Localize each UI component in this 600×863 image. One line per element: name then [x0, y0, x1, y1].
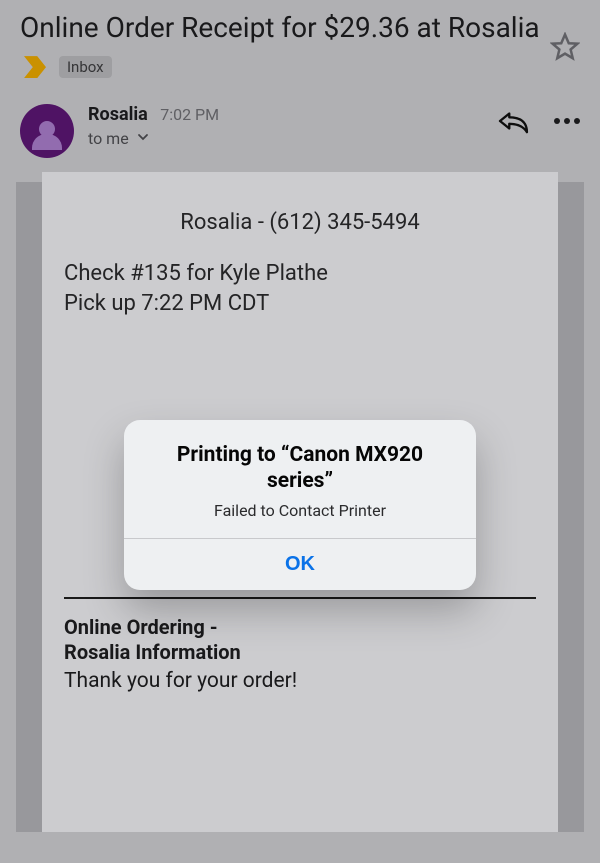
to-text: to me: [88, 129, 129, 148]
important-marker-icon[interactable]: [24, 56, 46, 78]
check-line: Check #135 for Kyle Plathe: [64, 259, 536, 289]
chevron-down-icon: [137, 128, 149, 147]
more-actions-icon[interactable]: [554, 118, 580, 124]
reply-icon[interactable]: [496, 108, 530, 134]
alert-ok-button[interactable]: OK: [124, 539, 476, 590]
alert-title: Printing to “Canon MX920 series”: [148, 442, 452, 495]
order-info-thanks: Thank you for your order!: [64, 669, 536, 693]
section-divider: [64, 597, 536, 599]
print-error-alert: Printing to “Canon MX920 series” Failed …: [124, 420, 476, 590]
order-info-title: Online Ordering - Rosalia Information: [64, 615, 244, 665]
recipient-summary[interactable]: to me: [88, 129, 496, 148]
check-info: Check #135 for Kyle Plathe Pick up 7:22 …: [64, 259, 536, 318]
inbox-label-badge[interactable]: Inbox: [59, 56, 112, 79]
sent-time: 7:02 PM: [160, 105, 219, 124]
sender-line: Rosalia 7:02 PM: [88, 104, 496, 125]
pickup-line: Pick up 7:22 PM CDT: [64, 289, 536, 319]
email-subject: Online Order Receipt for $29.36 at Rosal…: [20, 10, 542, 80]
subject-text: Online Order Receipt for $29.36 at Rosal…: [20, 11, 540, 44]
avatar[interactable]: [20, 104, 74, 158]
star-icon[interactable]: [550, 32, 580, 62]
sender-row: Rosalia 7:02 PM to me: [0, 80, 600, 168]
sender-name: Rosalia: [88, 104, 148, 125]
restaurant-phone-line: Rosalia - (612) 345-5494: [64, 210, 536, 235]
message-actions: [496, 104, 580, 134]
email-header: Online Order Receipt for $29.36 at Rosal…: [0, 0, 600, 80]
alert-message: Failed to Contact Printer: [148, 501, 452, 520]
